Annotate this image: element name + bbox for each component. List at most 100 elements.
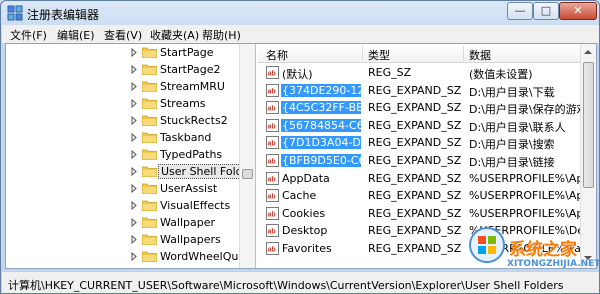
expand-arrow-icon[interactable]	[130, 184, 139, 193]
value-type: REG_EXPAND_SZ	[368, 83, 462, 97]
maximize-button[interactable]: □	[533, 2, 559, 20]
tree-item[interactable]: StuckRects2	[6, 112, 246, 129]
tree-item-label: StreamMRU	[160, 80, 225, 93]
value-row[interactable]: ab Cookies REG_EXPAND_SZ %USERPROFILE%\AppD	[258, 205, 596, 223]
tree-item[interactable]: StreamMRU	[6, 78, 246, 95]
value-data: %USERPROFILE%\AppD	[469, 171, 585, 185]
value-type: REG_EXPAND_SZ	[368, 171, 462, 185]
expand-arrow-icon[interactable]	[130, 252, 139, 261]
folder-icon	[142, 200, 157, 211]
tree-vertical-scrollbar[interactable]	[239, 44, 255, 268]
string-value-icon: ab	[266, 154, 279, 167]
tree-item-label: StartPage2	[160, 63, 221, 76]
expand-arrow-icon[interactable]	[130, 133, 139, 142]
tree-item-label: StuckRects2	[160, 114, 228, 127]
tree-item[interactable]: Streams	[6, 95, 246, 112]
title-bar[interactable]: 注册表编辑器 — □ ✕	[1, 1, 599, 25]
svg-text:ab: ab	[268, 247, 276, 254]
value-data: D:\用户目录\保存的游戏	[469, 103, 585, 117]
minimize-button[interactable]: —	[507, 2, 533, 20]
tree-item[interactable]: User Shell Folders	[6, 163, 255, 180]
window-title: 注册表编辑器	[27, 8, 100, 22]
menu-help[interactable]: 帮助(H)	[202, 27, 241, 43]
column-header-name[interactable]: 名称	[266, 47, 288, 63]
value-row[interactable]: ab {4C5C32FF-BB... REG_EXPAND_SZ D:\用户目录\保存…	[258, 99, 596, 117]
value-name: {4C5C32FF-BB...	[281, 101, 361, 115]
value-type: REG_EXPAND_SZ	[368, 101, 462, 115]
value-row[interactable]: ab AppData REG_EXPAND_SZ %USERPROFILE%\AppD	[258, 170, 596, 188]
svg-text:ab: ab	[268, 71, 276, 78]
svg-text:ab: ab	[268, 106, 276, 113]
value-name: Cache	[282, 189, 317, 203]
expand-arrow-icon[interactable]	[130, 150, 139, 159]
expand-arrow-icon[interactable]	[130, 99, 139, 108]
value-type: REG_EXPAND_SZ	[368, 242, 462, 255]
tree-item[interactable]: TypedPaths	[6, 146, 246, 163]
expand-arrow-icon[interactable]	[130, 235, 139, 244]
folder-icon	[142, 149, 157, 160]
value-row[interactable]: ab (默认) REG_SZ (数值未设置)	[258, 64, 596, 82]
watermark-logo-icon	[469, 227, 505, 263]
menu-edit[interactable]: 编辑(E)	[57, 27, 95, 43]
menu-favorites[interactable]: 收藏夹(A)	[150, 27, 199, 43]
expand-arrow-icon[interactable]	[130, 201, 139, 210]
value-type: REG_EXPAND_SZ	[368, 136, 462, 150]
column-divider[interactable]	[362, 46, 363, 61]
tree-item-label: Wallpapers	[160, 233, 221, 246]
regedit-app-icon	[7, 5, 23, 21]
value-data: D:\用户目录\联系人	[469, 120, 566, 134]
value-name: Desktop	[282, 224, 328, 238]
svg-text:ab: ab	[268, 159, 276, 166]
folder-icon	[142, 47, 157, 58]
column-header-data[interactable]: 数据	[469, 47, 491, 63]
list-scroll-thumb[interactable]	[583, 62, 594, 188]
tree-item[interactable]: StartPage	[6, 44, 246, 61]
tree-item-label: Streams	[160, 97, 206, 110]
value-row[interactable]: ab {7D1D3A04-DE... REG_EXPAND_SZ D:\用户目录\搜索	[258, 134, 596, 152]
value-row[interactable]: ab {374DE290-12... REG_EXPAND_SZ D:\用户目录\下载	[258, 82, 596, 100]
tree-item[interactable]: Wallpapers	[6, 231, 246, 248]
close-button[interactable]: ✕	[559, 2, 597, 20]
expand-arrow-icon[interactable]	[130, 167, 139, 176]
value-type: REG_SZ	[368, 66, 412, 79]
value-name: Favorites	[282, 242, 332, 255]
column-divider[interactable]	[463, 46, 464, 61]
expand-arrow-icon[interactable]	[130, 65, 139, 74]
watermark-url: XITONGZHIJIA.NET	[507, 259, 600, 269]
value-data: (数值未设置)	[469, 68, 533, 81]
list-header: 名称 类型 数据	[258, 44, 596, 63]
expand-arrow-icon[interactable]	[130, 116, 139, 125]
tree-item[interactable]: Taskband	[6, 129, 246, 146]
tree-item[interactable]: Wallpaper	[6, 214, 246, 231]
folder-icon	[142, 234, 157, 245]
column-header-type[interactable]: 类型	[368, 47, 390, 63]
folder-icon	[142, 132, 157, 143]
expand-arrow-icon[interactable]	[130, 218, 139, 227]
svg-text:ab: ab	[268, 123, 276, 130]
tree-item[interactable]: StartPage2	[6, 61, 246, 78]
menu-view[interactable]: 查看(V)	[104, 27, 142, 43]
tree-item[interactable]: VisualEffects	[6, 197, 246, 214]
tree-item[interactable]: UserAssist	[6, 180, 246, 197]
folder-icon	[142, 64, 157, 75]
expand-arrow-icon[interactable]	[130, 82, 139, 91]
svg-text:ab: ab	[268, 229, 276, 236]
value-data: %USERPROFILE%\AppD	[469, 189, 585, 203]
expand-arrow-icon[interactable]	[130, 48, 139, 57]
scroll-up-arrow-icon[interactable]	[584, 50, 592, 54]
value-row[interactable]: ab Cache REG_EXPAND_SZ %USERPROFILE%\AppD	[258, 187, 596, 205]
svg-text:ab: ab	[268, 141, 276, 148]
folder-icon	[142, 98, 157, 109]
tree-item[interactable]: WordWheelQuery	[6, 248, 255, 265]
svg-text:ab: ab	[268, 88, 276, 95]
value-data: D:\用户目录\下载	[469, 85, 555, 99]
tree-scroll-thumb[interactable]	[242, 169, 253, 179]
value-row[interactable]: ab {56784854-C6... REG_EXPAND_SZ D:\用户目录\联系…	[258, 117, 596, 135]
tree-item-label: VisualEffects	[160, 199, 231, 212]
menu-file[interactable]: 文件(F)	[10, 27, 47, 43]
site-watermark: 系统之家 XITONGZHIJIA.NET	[467, 225, 599, 293]
value-row[interactable]: ab {BFB9D5E0-C6... REG_EXPAND_SZ D:\用户目录\链接	[258, 152, 596, 170]
key-tree[interactable]: StartPage StartPage2 StreamMRU Streams Stuck…	[6, 44, 256, 268]
value-name: {56784854-C6...	[281, 118, 361, 132]
value-type: REG_EXPAND_SZ	[368, 224, 462, 238]
